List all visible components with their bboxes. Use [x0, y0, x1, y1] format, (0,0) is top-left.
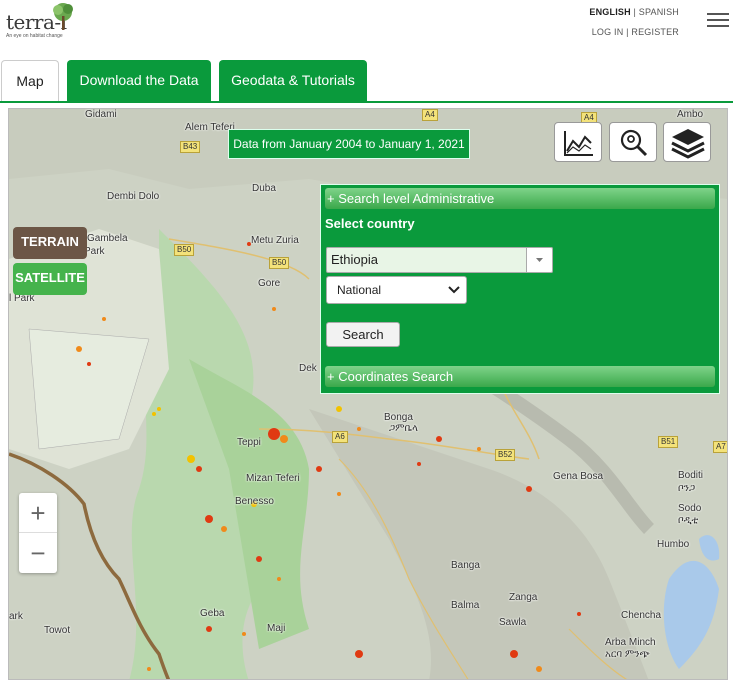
lang-separator: |: [633, 7, 637, 17]
zoom-control: + −: [19, 493, 57, 573]
admin-level-value: National: [337, 283, 382, 297]
place-label: Sodo: [678, 503, 702, 514]
road-shield: B50: [174, 244, 195, 256]
tab-download-data[interactable]: Download the Data: [67, 60, 211, 101]
language-switch: ENGLISH | SPANISH: [589, 7, 679, 17]
terrain-button[interactable]: TERRAIN: [13, 227, 87, 259]
place-label: ጋምቤላ: [389, 423, 418, 434]
place-label: Geba: [200, 608, 225, 619]
zoom-in-button[interactable]: +: [19, 493, 57, 533]
place-label: Gena Bosa: [553, 471, 604, 482]
place-label: Gidami: [85, 109, 117, 120]
place-label: Sawla: [499, 617, 527, 628]
date-range-banner: Data from January 2004 to January 1, 202…: [228, 129, 470, 159]
layers-icon: [671, 129, 705, 159]
place-label: ark: [9, 611, 23, 622]
country-input[interactable]: Ethiopia: [326, 247, 553, 273]
lang-spanish-link[interactable]: SPANISH: [639, 7, 679, 17]
zoom-out-button[interactable]: −: [19, 533, 57, 573]
auth-links: LOG IN | REGISTER: [592, 27, 679, 37]
register-link[interactable]: REGISTER: [631, 27, 679, 37]
place-label: Ambo: [677, 109, 704, 120]
map-canvas[interactable]: Gidami Alem Teferi Dembi Dolo Duba Metu …: [8, 108, 728, 680]
auth-separator: |: [626, 27, 629, 37]
chart-icon: [564, 131, 593, 156]
location-search-icon: [620, 129, 648, 157]
coordinates-search-header[interactable]: + Coordinates Search: [325, 366, 715, 387]
place-label: አርባ ምንጭ: [605, 649, 650, 660]
search-panel: + Search level Administrative Select cou…: [320, 184, 720, 394]
satellite-button[interactable]: SATELLITE: [13, 263, 87, 295]
place-label: Towot: [44, 625, 71, 636]
place-label: Mizan Teferi: [246, 473, 300, 484]
road-shield: B52: [495, 449, 516, 461]
tab-geodata-tutorials[interactable]: Geodata & Tutorials: [219, 60, 367, 101]
chart-tool-button[interactable]: [554, 122, 602, 162]
place-label: Dembi Dolo: [107, 191, 160, 202]
place-label: Chencha: [621, 610, 662, 621]
login-link[interactable]: LOG IN: [592, 27, 624, 37]
place-label: Humbo: [657, 539, 690, 550]
tab-map[interactable]: Map: [1, 60, 59, 102]
road-shield: A4: [422, 109, 438, 121]
chevron-down-icon: [536, 258, 543, 262]
country-dropdown-toggle[interactable]: [526, 247, 553, 273]
place-label: ቦንጋ: [678, 483, 696, 494]
place-label: Teppi: [237, 437, 261, 448]
place-label: Bonga: [384, 412, 413, 423]
road-shield: A7: [713, 441, 727, 453]
admin-level-select[interactable]: National: [326, 276, 467, 304]
layers-button[interactable]: [663, 122, 711, 162]
chevron-down-icon: [448, 286, 460, 294]
road-shield: A6: [332, 431, 348, 443]
place-label: Benesso: [235, 496, 274, 507]
menu-icon[interactable]: [707, 13, 729, 29]
place-label: Banga: [451, 560, 480, 571]
tree-icon: [53, 3, 73, 30]
place-label: Gambela: [87, 233, 128, 244]
place-label: Arba Minch: [605, 637, 656, 648]
select-country-label: Select country: [325, 216, 415, 231]
location-search-button[interactable]: [609, 122, 657, 162]
place-label: Zanga: [509, 592, 538, 603]
lang-english-link[interactable]: ENGLISH: [589, 7, 630, 17]
place-label: Dek: [299, 363, 317, 374]
main-tabs: Map Download the Data Geodata & Tutorial…: [0, 60, 733, 102]
logo-tagline: An eye on habitat change: [6, 33, 63, 39]
place-label: Boditi: [678, 470, 704, 481]
place-label: Maji: [267, 623, 286, 634]
place-label: ቦዲቲ: [678, 515, 699, 526]
search-button[interactable]: Search: [326, 322, 400, 347]
terra-i-logo[interactable]: terra-i An eye on habitat change: [4, 2, 76, 42]
admin-search-header[interactable]: + Search level Administrative: [325, 188, 715, 209]
site-header: terra-i An eye on habitat change ENGLISH…: [0, 0, 733, 60]
place-label: Duba: [252, 183, 276, 194]
road-shield: B50: [269, 257, 290, 269]
road-shield: B51: [658, 436, 679, 448]
road-shield: B43: [180, 141, 201, 153]
place-label: Metu Zuria: [251, 235, 299, 246]
place-label: Balma: [451, 600, 480, 611]
place-label: Gore: [258, 278, 281, 289]
